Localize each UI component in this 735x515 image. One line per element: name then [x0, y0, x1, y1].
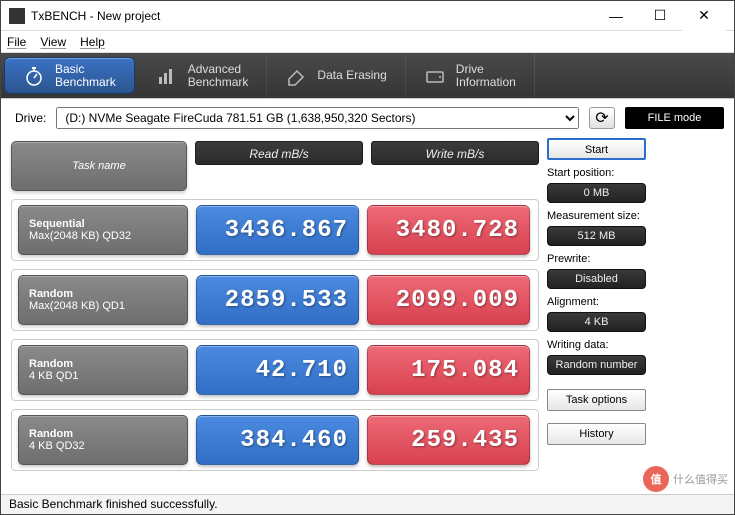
- drive-selector-row: Drive: (D:) NVMe Seagate FireCuda 781.51…: [1, 99, 734, 133]
- file-mode-button[interactable]: FILE mode: [625, 107, 724, 129]
- task-button[interactable]: Random4 KB QD1: [18, 345, 188, 395]
- task-name: Random: [29, 358, 177, 370]
- result-row: Random4 KB QD1 42.710 175.084: [11, 339, 539, 401]
- tab-basic-benchmark[interactable]: BasicBenchmark: [4, 57, 135, 94]
- task-detail: Max(2048 KB) QD1: [29, 300, 177, 312]
- header-read: Read mB/s: [195, 141, 363, 165]
- task-detail: 4 KB QD32: [29, 440, 177, 452]
- eraser-icon: [285, 65, 307, 87]
- stopwatch-icon: [23, 65, 45, 87]
- tab-advanced-benchmark[interactable]: AdvancedBenchmark: [138, 53, 268, 98]
- header-task-name: Task name: [11, 141, 187, 191]
- refresh-icon: ⟳: [595, 108, 608, 128]
- read-value: 42.710: [196, 345, 359, 395]
- alignment-value[interactable]: 4 KB: [547, 312, 646, 332]
- tab-bar: BasicBenchmark AdvancedBenchmark Data Er…: [1, 53, 734, 99]
- title-bar: TxBENCH - New project — ☐ ✕: [1, 1, 734, 31]
- app-icon: [9, 8, 25, 24]
- measurement-size-value[interactable]: 512 MB: [547, 226, 646, 246]
- menu-file[interactable]: File: [7, 35, 26, 49]
- close-button[interactable]: ✕: [682, 1, 726, 31]
- write-value: 259.435: [367, 415, 530, 465]
- tab-data-erasing[interactable]: Data Erasing: [267, 53, 405, 98]
- tab-label-1: Data Erasing: [317, 69, 386, 82]
- side-panel: Start Start position: 0 MB Measurement s…: [547, 137, 646, 515]
- menu-help[interactable]: Help: [80, 35, 105, 49]
- tab-label-1: Advanced: [188, 63, 249, 76]
- prewrite-label: Prewrite:: [547, 253, 646, 265]
- start-button[interactable]: Start: [547, 138, 646, 160]
- writing-data-value[interactable]: Random number: [547, 355, 646, 375]
- drive-label: Drive:: [15, 111, 46, 125]
- read-value: 384.460: [196, 415, 359, 465]
- tab-label-2: Benchmark: [188, 76, 249, 89]
- result-row: RandomMax(2048 KB) QD1 2859.533 2099.009: [11, 269, 539, 331]
- write-value: 3480.728: [367, 205, 530, 255]
- prewrite-value[interactable]: Disabled: [547, 269, 646, 289]
- task-detail: 4 KB QD1: [29, 370, 177, 382]
- history-button[interactable]: History: [547, 423, 646, 445]
- task-name: Random: [29, 428, 177, 440]
- write-value: 175.084: [367, 345, 530, 395]
- drive-select[interactable]: (D:) NVMe Seagate FireCuda 781.51 GB (1,…: [56, 107, 579, 129]
- task-detail: Max(2048 KB) QD32: [29, 230, 177, 242]
- task-options-button[interactable]: Task options: [547, 389, 646, 411]
- start-position-value[interactable]: 0 MB: [547, 183, 646, 203]
- writing-data-label: Writing data:: [547, 339, 646, 351]
- result-row: SequentialMax(2048 KB) QD32 3436.867 348…: [11, 199, 539, 261]
- alignment-label: Alignment:: [547, 296, 646, 308]
- start-position-label: Start position:: [547, 167, 646, 179]
- tab-label-2: Information: [456, 76, 516, 89]
- maximize-button[interactable]: ☐: [638, 1, 682, 31]
- header-write: Write mB/s: [371, 141, 539, 165]
- measurement-size-label: Measurement size:: [547, 210, 646, 222]
- tab-drive-information[interactable]: DriveInformation: [406, 53, 535, 98]
- task-button[interactable]: Random4 KB QD32: [18, 415, 188, 465]
- tab-label-1: Drive: [456, 63, 516, 76]
- refresh-button[interactable]: ⟳: [589, 107, 615, 129]
- task-button[interactable]: SequentialMax(2048 KB) QD32: [18, 205, 188, 255]
- result-row: Random4 KB QD32 384.460 259.435: [11, 409, 539, 471]
- results-panel: Task name Read mB/s Write mB/s Sequentia…: [11, 141, 539, 515]
- read-value: 2859.533: [196, 275, 359, 325]
- menu-view[interactable]: View: [40, 35, 66, 49]
- watermark-text: 什么值得买: [673, 471, 728, 487]
- minimize-button[interactable]: —: [594, 1, 638, 31]
- drive-icon: [424, 65, 446, 87]
- read-value: 3436.867: [196, 205, 359, 255]
- task-name: Sequential: [29, 218, 177, 230]
- task-button[interactable]: RandomMax(2048 KB) QD1: [18, 275, 188, 325]
- tab-label-1: Basic: [55, 63, 116, 76]
- watermark: 值 什么值得买: [643, 466, 728, 492]
- menu-bar: File View Help: [1, 31, 734, 53]
- bar-chart-icon: [156, 65, 178, 87]
- task-name: Random: [29, 288, 177, 300]
- status-bar: Basic Benchmark finished successfully.: [1, 494, 734, 514]
- window-title: TxBENCH - New project: [31, 9, 594, 23]
- write-value: 2099.009: [367, 275, 530, 325]
- watermark-logo: 值: [643, 466, 669, 492]
- tab-label-2: Benchmark: [55, 76, 116, 89]
